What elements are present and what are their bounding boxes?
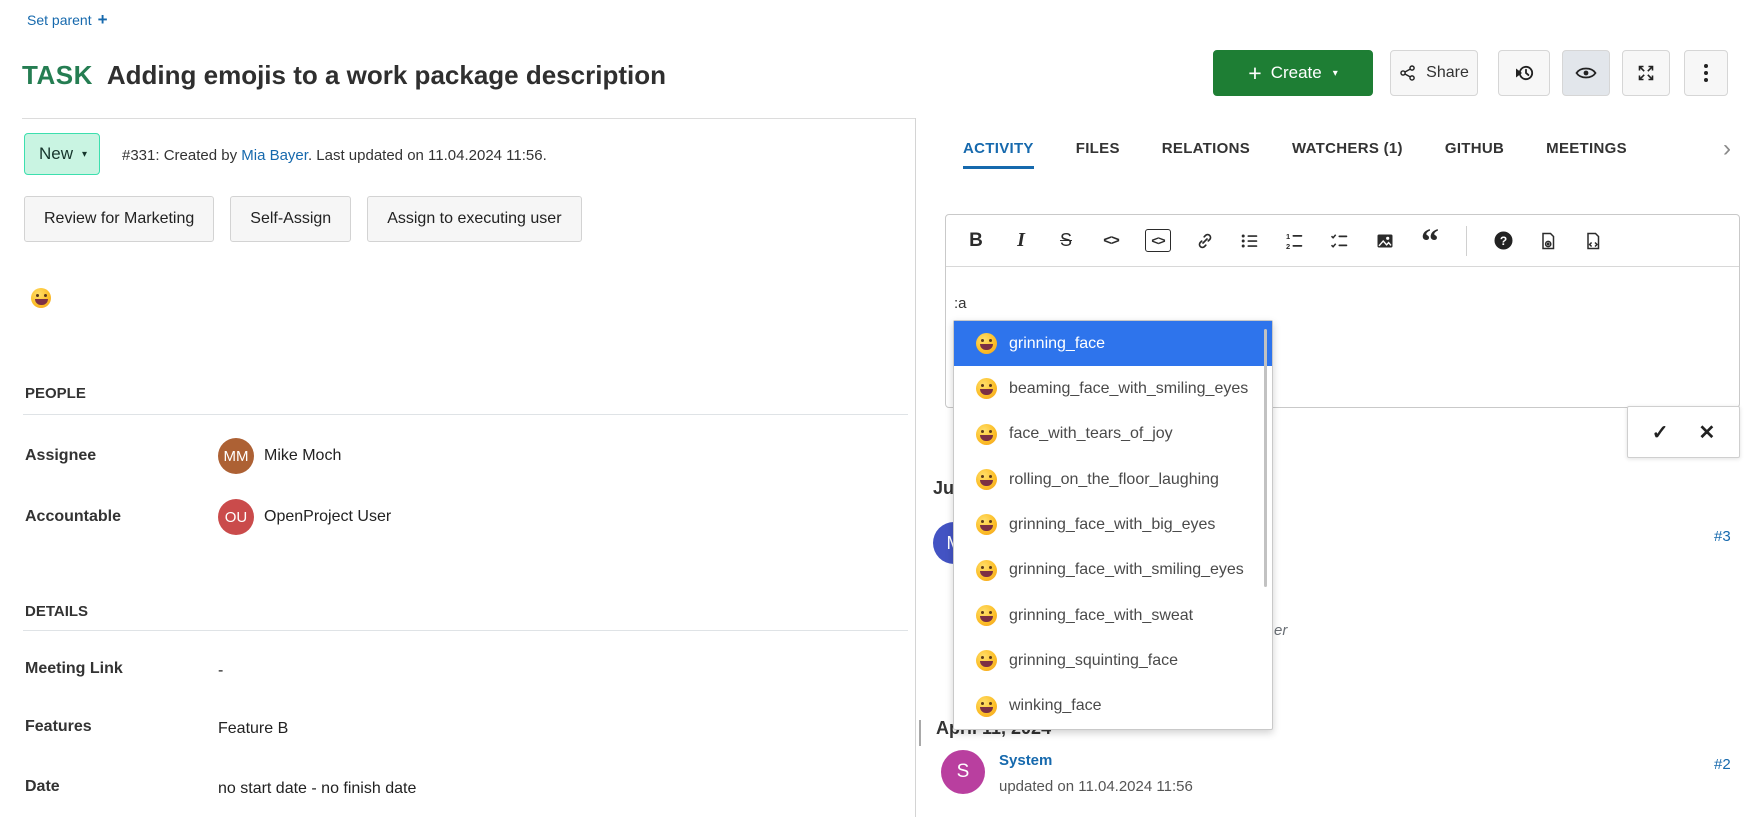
emoji-option-label: grinning_face xyxy=(1009,335,1105,353)
activity-panel: ACTIVITY FILES RELATIONS WATCHERS (1) GI… xyxy=(915,118,1747,817)
meta-suffix: . Last updated on 11.04.2024 11:56. xyxy=(308,147,547,164)
assignee-value[interactable]: MM Mike Moch xyxy=(218,438,341,474)
accountable-value[interactable]: OU OpenProject User xyxy=(218,499,391,535)
emoji-option-label: grinning_face_with_smiling_eyes xyxy=(1009,561,1244,579)
work-package-page: Set parent + TASK Adding emojis to a work… xyxy=(0,0,1747,817)
accountable-name: OpenProject User xyxy=(264,508,391,526)
baseline-comparison-button[interactable] xyxy=(1498,50,1550,96)
day-header-bar xyxy=(919,720,921,746)
grinning-face-emoji xyxy=(976,333,997,354)
work-package-type[interactable]: TASK xyxy=(22,60,93,91)
system-author-link[interactable]: System xyxy=(999,752,1052,769)
details-section-title: DETAILS xyxy=(25,603,88,620)
date-value[interactable]: no start date - no finish date xyxy=(218,780,416,798)
status-label: New xyxy=(39,144,73,164)
features-value[interactable]: Feature B xyxy=(218,720,288,738)
people-section-title: PEOPLE xyxy=(25,385,86,402)
emoji-option-tears-of-joy[interactable]: face_with_tears_of_joy xyxy=(954,412,1272,457)
status-dropdown[interactable]: New ▾ xyxy=(24,133,100,175)
plus-icon: + xyxy=(98,13,108,27)
more-actions-button[interactable] xyxy=(1684,50,1728,96)
obscured-text-fragment: er xyxy=(1274,622,1287,639)
date-label: Date xyxy=(25,778,60,796)
emoji-option-beaming-face[interactable]: beaming_face_with_smiling_eyes xyxy=(954,366,1272,411)
features-label: Features xyxy=(25,718,92,736)
avatar: S xyxy=(941,750,985,794)
entry-updated-text: updated on 11.04.2024 11:56 xyxy=(999,778,1193,795)
emoji-option-label: grinning_squinting_face xyxy=(1009,652,1178,670)
set-parent-label: Set parent xyxy=(27,12,92,28)
emoji-option-label: winking_face xyxy=(1009,697,1102,715)
people-divider xyxy=(23,414,908,415)
avatar: MM xyxy=(218,438,254,474)
journal-number-link[interactable]: #2 xyxy=(1714,756,1731,773)
journal-number-link[interactable]: #3 xyxy=(1714,528,1731,545)
work-package-meta: #331: Created by Mia Bayer. Last updated… xyxy=(122,147,547,164)
description-grinning-face-emoji xyxy=(31,288,51,308)
author-link[interactable]: Mia Bayer xyxy=(241,147,308,164)
history-icon xyxy=(1513,62,1535,84)
emoji-option-rofl[interactable]: rolling_on_the_floor_laughing xyxy=(954,457,1272,502)
create-label: Create xyxy=(1271,63,1322,83)
meeting-link-value[interactable]: - xyxy=(218,662,223,680)
kebab-icon xyxy=(1704,64,1708,68)
assign-to-executing-user-button[interactable]: Assign to executing user xyxy=(367,196,581,242)
share-label: Share xyxy=(1426,64,1469,82)
details-divider xyxy=(23,630,908,631)
emoji-autocomplete-dropdown: grinning_face beaming_face_with_smiling_… xyxy=(953,320,1273,730)
squinting-emoji xyxy=(976,650,997,671)
create-button[interactable]: + Create ▾ xyxy=(1213,50,1373,96)
emoji-option-squinting[interactable]: grinning_squinting_face xyxy=(954,638,1272,683)
plus-icon: + xyxy=(1248,63,1261,83)
emoji-option-winking[interactable]: winking_face xyxy=(954,684,1272,729)
set-parent-link[interactable]: Set parent + xyxy=(27,12,108,28)
meta-prefix: #331: Created by xyxy=(122,147,241,164)
assignee-label: Assignee xyxy=(25,447,96,465)
smiling-eyes-emoji xyxy=(976,560,997,581)
emoji-option-grinning-face[interactable]: grinning_face xyxy=(954,321,1272,366)
emoji-option-smiling-eyes[interactable]: grinning_face_with_smiling_eyes xyxy=(954,548,1272,593)
tears-of-joy-emoji xyxy=(976,424,997,445)
watch-button[interactable] xyxy=(1562,50,1610,96)
winking-emoji xyxy=(976,696,997,717)
dropdown-scrollbar[interactable] xyxy=(1264,329,1267,587)
accountable-label: Accountable xyxy=(25,508,121,526)
emoji-option-label: rolling_on_the_floor_laughing xyxy=(1009,471,1219,489)
emoji-option-sweat[interactable]: grinning_face_with_sweat xyxy=(954,593,1272,638)
emoji-option-label: face_with_tears_of_joy xyxy=(1009,425,1173,443)
assignee-name: Mike Moch xyxy=(264,447,341,465)
eye-icon xyxy=(1575,65,1597,81)
share-icon xyxy=(1399,64,1417,82)
page-title[interactable]: Adding emojis to a work package descript… xyxy=(107,60,666,91)
self-assign-button[interactable]: Self-Assign xyxy=(230,196,351,242)
review-for-marketing-button[interactable]: Review for Marketing xyxy=(24,196,214,242)
avatar: OU xyxy=(218,499,254,535)
day-header-partial: Ju xyxy=(933,478,954,499)
sweat-emoji xyxy=(976,605,997,626)
rofl-emoji xyxy=(976,469,997,490)
emoji-option-label: grinning_face_with_sweat xyxy=(1009,607,1193,625)
workflow-actions: Review for Marketing Self-Assign Assign … xyxy=(24,196,582,242)
big-eyes-emoji xyxy=(976,514,997,535)
title-row: TASK Adding emojis to a work package des… xyxy=(22,60,666,91)
emoji-option-label: grinning_face_with_big_eyes xyxy=(1009,516,1215,534)
fullscreen-button[interactable] xyxy=(1622,50,1670,96)
emoji-option-label: beaming_face_with_smiling_eyes xyxy=(1009,380,1248,398)
emoji-option-big-eyes[interactable]: grinning_face_with_big_eyes xyxy=(954,502,1272,547)
chevron-down-icon: ▾ xyxy=(1333,68,1338,79)
beaming-face-emoji xyxy=(976,378,997,399)
meeting-link-label: Meeting Link xyxy=(25,660,123,678)
share-button[interactable]: Share xyxy=(1390,50,1478,96)
header-divider xyxy=(22,118,915,119)
chevron-down-icon: ▾ xyxy=(82,149,87,160)
expand-icon xyxy=(1636,63,1656,83)
